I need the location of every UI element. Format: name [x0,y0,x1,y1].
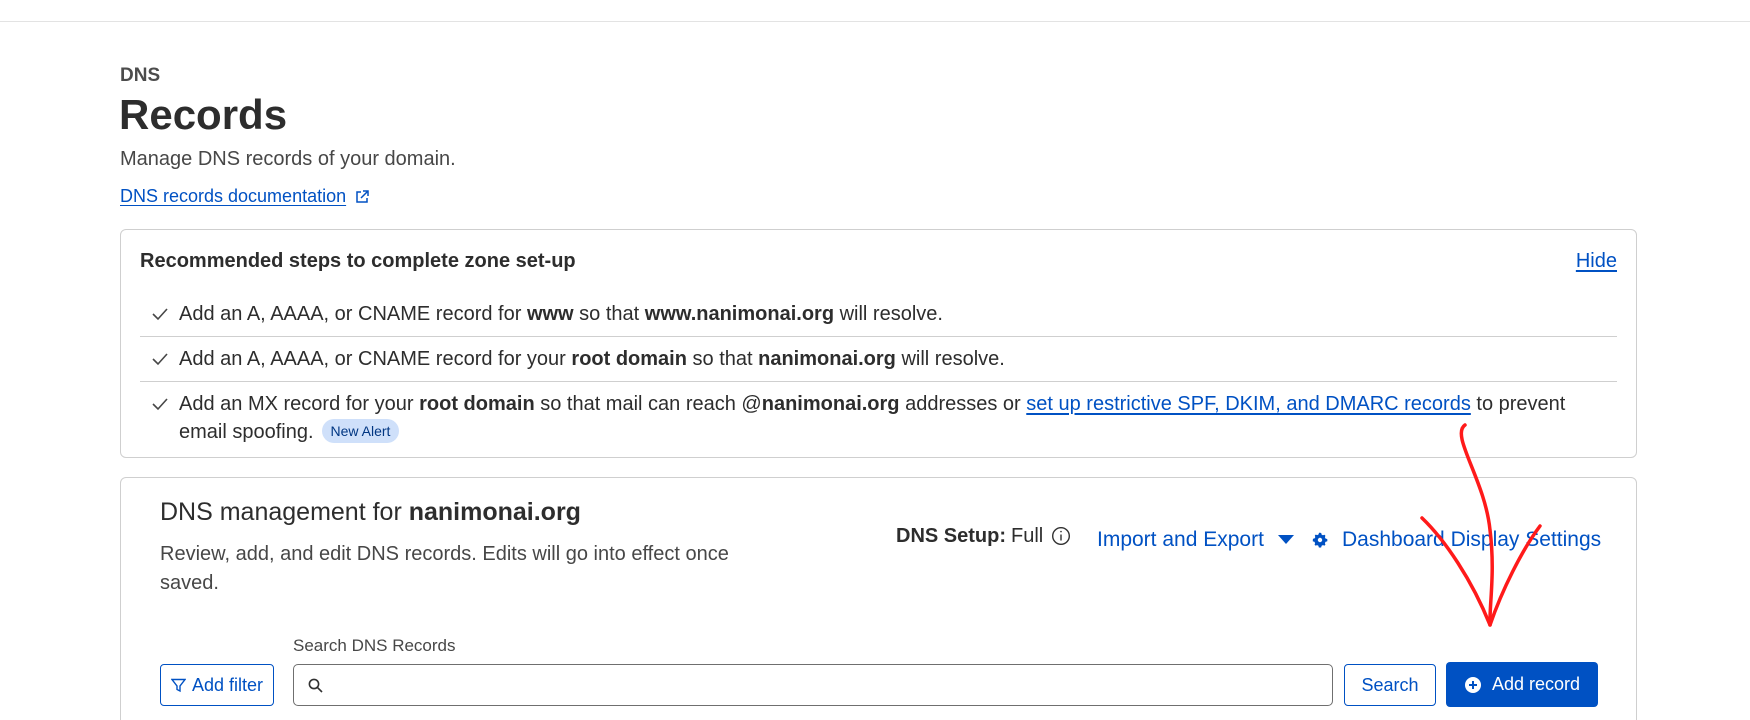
search-dns-records-label: Search DNS Records [293,636,456,655]
step-text: Add an A, AAAA, or CNAME record for [179,303,527,325]
import-export-dropdown[interactable]: Import and Export [1097,528,1294,552]
step-emphasis: www [526,303,574,325]
dashboard-display-settings-button[interactable]: Dashboard Display Settings [1312,528,1601,552]
step-emphasis: root domain [571,348,687,370]
check-icon [152,353,168,366]
dns-setup-label: DNS Setup: [896,525,1006,547]
step-domain: nanimonai.org [761,393,900,415]
step-text: addresses or [899,393,1027,415]
new-alert-badge: New Alert [321,419,400,443]
hide-recommended-steps-link[interactable]: Hide [1576,250,1617,273]
check-icon [152,398,168,411]
step-divider [140,336,1617,337]
gear-icon [1312,532,1328,548]
step-domain: www.nanimonai.org [644,303,835,325]
step-text: so that [573,303,645,325]
search-dns-records-field[interactable] [293,664,1333,706]
dns-management-title: DNS management for nanimonai.org [160,498,581,527]
dns-management-title-prefix: DNS management for [160,498,409,526]
dns-records-page: DNS Records Manage DNS records of your d… [0,0,1750,720]
filter-icon [170,678,186,692]
section-eyebrow: DNS [120,65,161,86]
add-record-label: Add record [1491,674,1581,694]
page-title: Records [119,91,288,138]
page-description: Manage DNS records of your domain. [120,148,456,170]
search-dns-records-input[interactable] [334,667,1314,703]
documentation-link-label: DNS records documentation [120,186,347,206]
recommended-step-root: Add an A, AAAA, or CNAME record for your… [140,345,1617,373]
spf-dkim-dmarc-link[interactable]: set up restrictive SPF, DKIM, and DMARC … [1026,393,1471,415]
dashboard-display-settings-label: Dashboard Display Settings [1342,528,1602,551]
import-export-label: Import and Export [1097,528,1264,551]
step-text: Add an A, AAAA, or CNAME record for your [179,348,572,370]
step-emphasis: root domain [419,393,535,415]
documentation-link[interactable]: DNS records documentation [120,186,370,207]
step-text: Add an MX record for your [179,393,420,415]
recommended-steps-title: Recommended steps to complete zone set-u… [140,250,576,272]
dns-management-domain: nanimonai.org [408,498,581,526]
step-divider [140,381,1617,382]
add-filter-button[interactable]: Add filter [160,664,274,706]
plus-circle-icon [1464,676,1481,693]
dns-setup-value: Full [1011,525,1044,547]
check-icon [152,308,168,321]
step-domain: nanimonai.org [758,348,896,370]
dns-management-description: Review, add, and edit DNS records. Edits… [160,543,729,594]
step-text: will resolve. [834,303,943,325]
recommended-step-mx: Add an MX record for your root domain so… [140,390,1617,446]
recommended-steps-card: Recommended steps to complete zone set-u… [120,229,1637,458]
search-button[interactable]: Search [1344,664,1436,706]
caret-down-icon [1277,535,1294,544]
search-icon [308,678,323,693]
step-text: so that [686,348,759,370]
recommended-step-www: Add an A, AAAA, or CNAME record for www … [140,300,1617,328]
dns-management-card: DNS management for nanimonai.org Review,… [120,477,1637,720]
add-filter-label: Add filter [191,674,264,695]
top-divider [0,21,1750,22]
add-record-button[interactable]: Add record [1446,662,1598,707]
step-text: will resolve. [895,348,1005,370]
external-link-icon [356,189,369,203]
step-text: so that mail can reach @ [534,393,762,415]
info-circle-icon[interactable] [1051,526,1071,546]
